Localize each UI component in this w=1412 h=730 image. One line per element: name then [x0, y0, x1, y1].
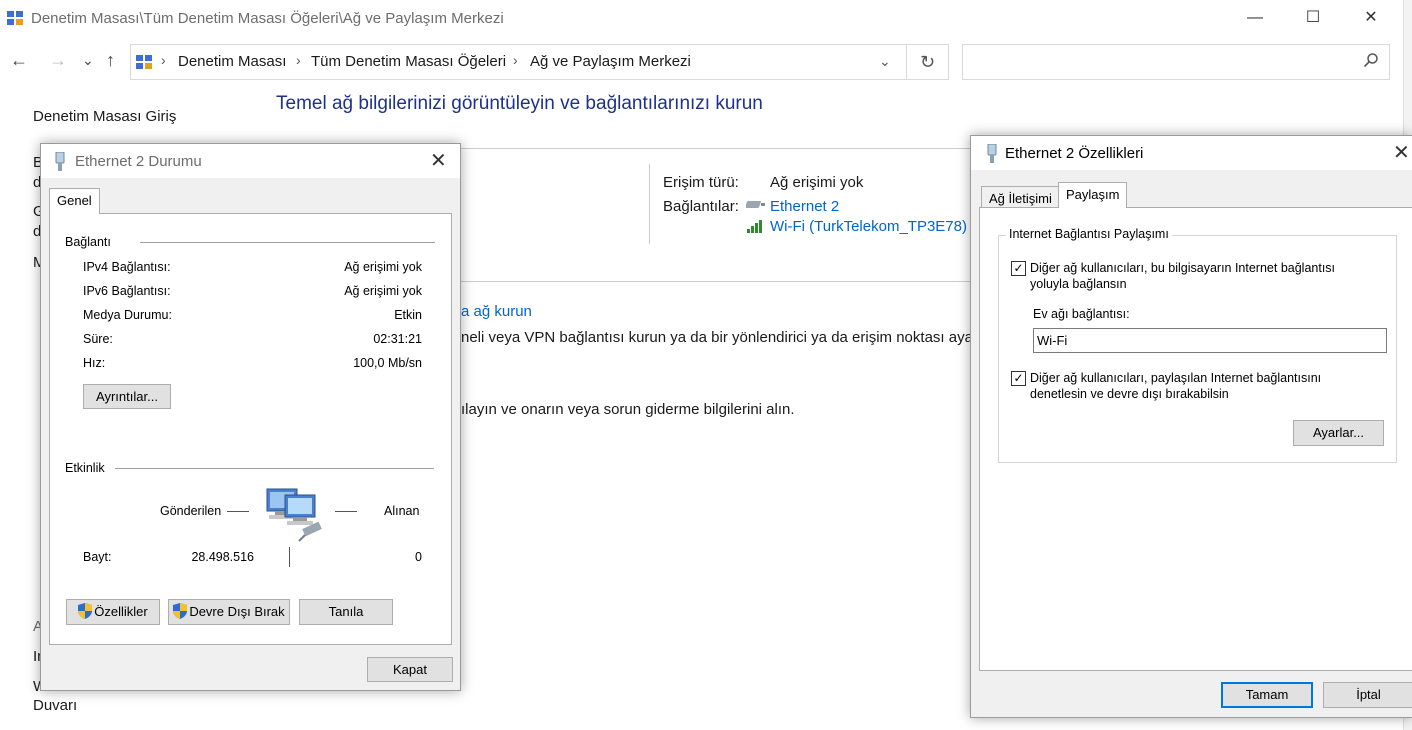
breadcrumb-all-items[interactable]: Tüm Denetim Masası Öğeleri [311, 53, 506, 70]
address-bar[interactable]: › Denetim Masası › Tüm Denetim Masası Öğ… [130, 44, 907, 80]
allow-sharing-label-2: yoluyla bağlansın [1030, 277, 1127, 291]
access-type-value: Ağ erişimi yok [770, 174, 864, 191]
properties-button-label: Özellikler [94, 604, 148, 619]
bytes-label: Bayt: [83, 550, 112, 564]
allow-control-label-1: Diğer ağ kullanıcıları, paylaşılan Inter… [1030, 371, 1322, 385]
disable-button[interactable]: Devre Dışı Bırak [168, 599, 290, 625]
speed-label: Hız: [83, 356, 106, 370]
breadcrumb-separator-icon: › [296, 52, 301, 68]
ipv4-label: IPv4 Bağlantısı: [83, 260, 171, 274]
connection-wifi-link[interactable]: Wi-Fi (TurkTelekom_TP3E78) [770, 218, 967, 235]
breadcrumb-control-panel[interactable]: Denetim Masası [178, 53, 286, 70]
connection-group-title: Bağlantı [65, 235, 111, 249]
activity-group-title: Etkinlik [65, 461, 105, 475]
properties-dialog-title: Ethernet 2 Özellikleri [1005, 145, 1144, 162]
received-label: Alınan [384, 504, 420, 518]
search-input[interactable] [962, 44, 1390, 80]
settings-button[interactable]: Ayarlar... [1293, 420, 1384, 446]
media-state-value: Etkin [394, 308, 422, 322]
sharing-panel: Internet Bağlantısı Paylaşımı ✓ Diğer ağ… [979, 207, 1412, 671]
duration-value: 02:31:21 [373, 332, 422, 346]
up-arrow-icon[interactable]: ↑ [106, 50, 115, 71]
window-title: Denetim Masası\Tüm Denetim Masası Öğeler… [31, 10, 504, 27]
sent-line [227, 511, 249, 512]
details-button[interactable]: Ayrıntılar... [83, 384, 171, 409]
network-computers-icon [266, 488, 322, 542]
control-panel-icon [7, 11, 23, 25]
troubleshoot-description: ılayın ve onarın veya sorun giderme bilg… [461, 401, 795, 418]
forward-arrow-icon[interactable]: → [49, 50, 67, 71]
properties-dialog-titlebar: Ethernet 2 Özellikleri ✕ [971, 136, 1412, 170]
connections-label: Bağlantılar: [663, 198, 739, 215]
control-panel-icon [136, 55, 152, 69]
ipv4-value: Ağ erişimi yok [344, 260, 422, 274]
tab-sharing[interactable]: Paylaşım [1058, 182, 1128, 208]
connection-ethernet-link[interactable]: Ethernet 2 [770, 198, 839, 215]
network-adapter-icon [55, 152, 65, 171]
sent-label: Gönderilen [160, 504, 222, 518]
page-title: Temel ağ bilgilerinizi görüntüleyin ve b… [276, 93, 763, 114]
setup-description: neli veya VPN bağlantısı kurun ya da bir… [461, 329, 990, 346]
minimize-button[interactable]: — [1232, 6, 1278, 32]
back-arrow-icon[interactable]: ← [10, 50, 28, 71]
divider [461, 281, 970, 282]
received-line [335, 511, 357, 512]
search-icon [1363, 53, 1378, 68]
sidebar-home-link[interactable]: Denetim Masası Giriş [33, 108, 176, 125]
allow-sharing-checkbox[interactable]: ✓ [1011, 261, 1026, 276]
allow-control-label-2: denetlesin ve devre dışı bırakabilsin [1030, 387, 1229, 401]
properties-dialog: Ethernet 2 Özellikleri ✕ Ağ İletişimi Pa… [970, 135, 1412, 718]
status-dialog-title: Ethernet 2 Durumu [75, 153, 202, 170]
refresh-button[interactable]: ↻ [907, 44, 949, 80]
wifi-signal-icon [747, 220, 762, 233]
close-icon[interactable]: ✕ [430, 148, 447, 173]
disable-button-label: Devre Dışı Bırak [189, 604, 285, 619]
divider [461, 148, 970, 149]
network-adapter-icon [987, 144, 997, 163]
group-divider [140, 242, 435, 243]
uac-shield-icon [173, 603, 188, 619]
ok-button[interactable]: Tamam [1221, 682, 1313, 708]
media-state-label: Medya Durumu: [83, 308, 172, 322]
ics-group-title: Internet Bağlantısı Paylaşımı [1006, 227, 1172, 241]
close-button[interactable]: ✕ [1348, 6, 1394, 32]
bytes-sent-value: 28.498.516 [191, 550, 254, 564]
ipv6-value: Ağ erişimi yok [344, 284, 422, 298]
tab-general[interactable]: Genel [49, 188, 100, 214]
ethernet-icon [746, 201, 765, 208]
recent-locations-icon[interactable]: ⌄ [82, 52, 94, 69]
diagnose-button[interactable]: Tanıla [299, 599, 393, 625]
group-divider [115, 468, 434, 469]
bytes-received-value: 0 [415, 550, 422, 564]
allow-sharing-label-1: Diğer ağ kullanıcıları, bu bilgisayarın … [1030, 261, 1336, 275]
cancel-button[interactable]: İptal [1323, 682, 1412, 708]
speed-value: 100,0 Mb/sn [353, 356, 422, 370]
home-connection-label: Ev ağı bağlantısı: [1033, 307, 1130, 321]
home-connection-value: Wi-Fi [1037, 333, 1068, 348]
bytes-divider [289, 547, 290, 567]
uac-shield-icon [78, 603, 93, 619]
maximize-button[interactable]: ☐ [1290, 6, 1336, 32]
divider [649, 164, 650, 244]
status-dialog-titlebar: Ethernet 2 Durumu ✕ [41, 144, 460, 178]
general-panel: Bağlantı IPv4 Bağlantısı: Ağ erişimi yok… [49, 213, 452, 645]
duration-label: Süre: [83, 332, 113, 346]
properties-button[interactable]: Özellikler [66, 599, 160, 625]
breadcrumb-separator-icon: › [513, 52, 518, 68]
access-type-label: Erişim türü: [663, 174, 739, 191]
close-dialog-button[interactable]: Kapat [367, 657, 453, 682]
ipv6-label: IPv6 Bağlantısı: [83, 284, 171, 298]
status-dialog: Ethernet 2 Durumu ✕ Genel Bağlantı IPv4 … [40, 143, 461, 691]
title-bar: Denetim Masası\Tüm Denetim Masası Öğeler… [0, 0, 1404, 38]
setup-network-link[interactable]: a ağ kurun [461, 303, 532, 320]
allow-control-checkbox[interactable]: ✓ [1011, 371, 1026, 386]
breadcrumb-network-center[interactable]: Ağ ve Paylaşım Merkezi [530, 53, 691, 70]
breadcrumb-separator-icon: › [161, 52, 166, 68]
close-icon[interactable]: ✕ [1393, 140, 1410, 165]
home-connection-field[interactable]: Wi-Fi [1033, 328, 1387, 353]
sidebar-firewall-link[interactable]: Duvarı [33, 697, 77, 714]
chevron-down-icon[interactable]: ⌄ [879, 53, 891, 70]
